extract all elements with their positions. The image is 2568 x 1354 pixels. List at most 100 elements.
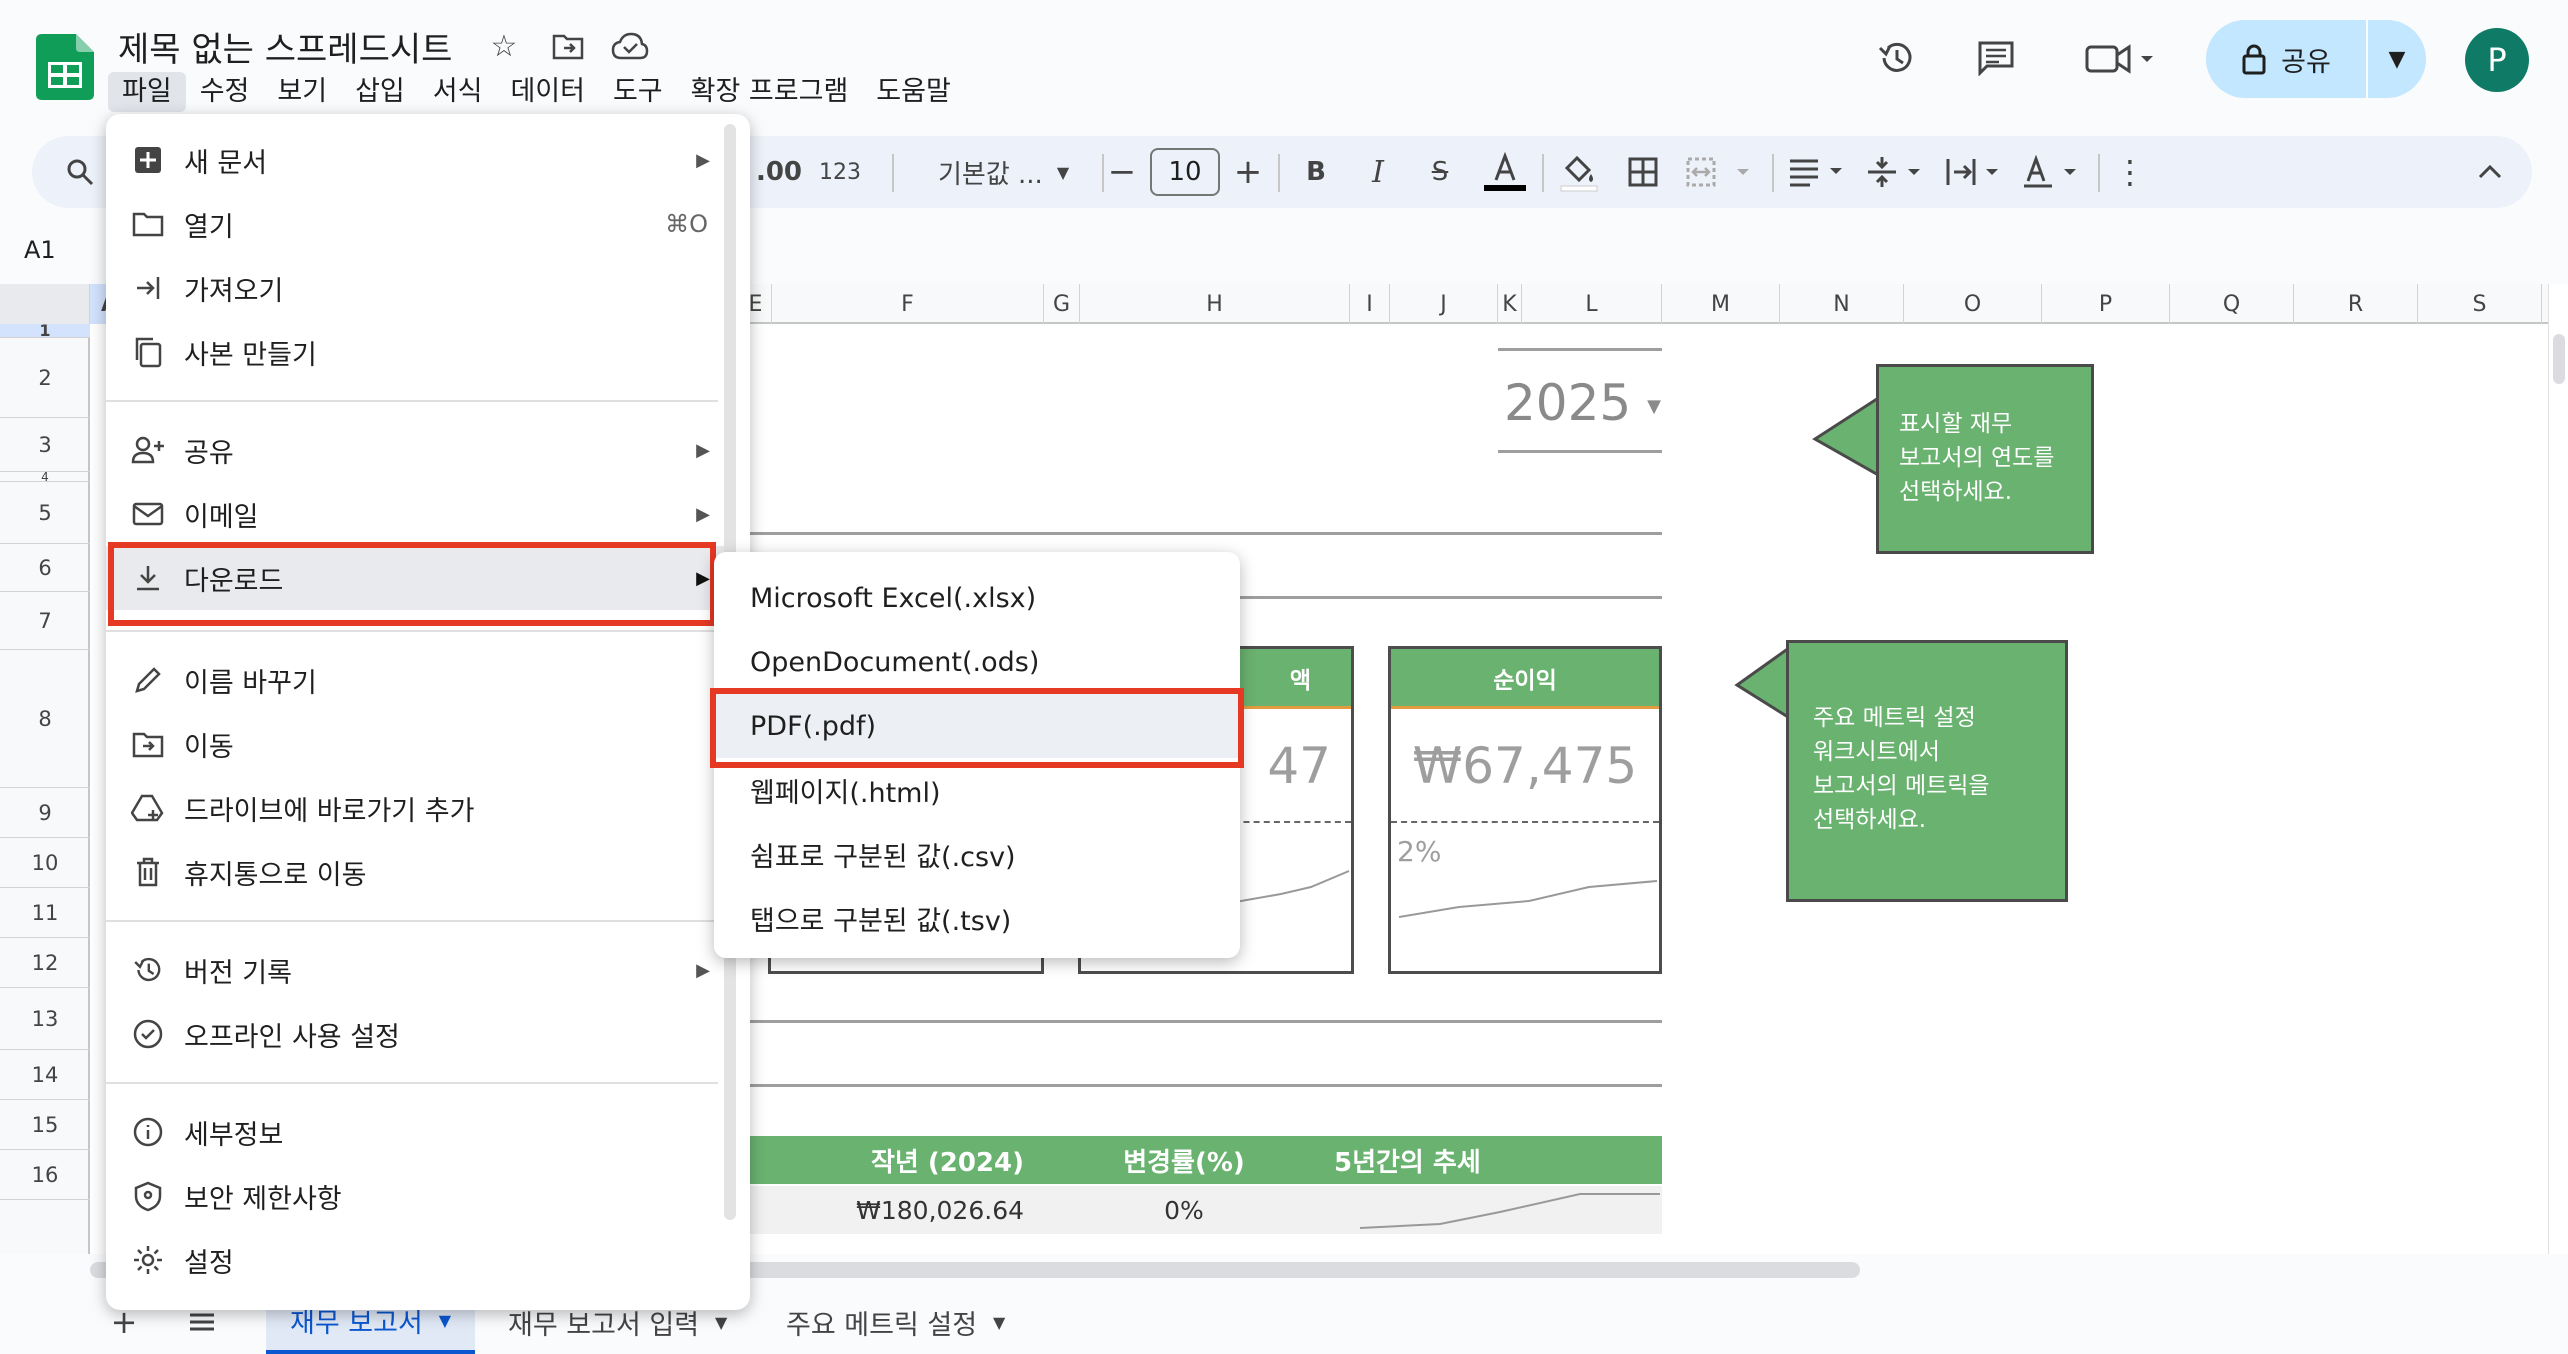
share-button[interactable]: 공유 ▼ [2206,20,2426,98]
font-family-select[interactable]: 기본값 ... ▼ [902,136,1092,208]
share-main[interactable]: 공유 [2206,20,2368,98]
increase-font-size-button[interactable]: + [1226,136,1270,208]
history-icon[interactable] [1874,36,1918,80]
row-header-4[interactable]: 4 [0,470,90,484]
move-folder-icon [128,724,168,764]
table-cell[interactable]: 0% [1048,1186,1320,1234]
cloud-saved-icon[interactable] [608,24,652,68]
column-header-k[interactable]: K [1498,284,1522,324]
download-tsv[interactable]: 탭으로 구분된 값(.tsv) [714,886,1240,950]
row-header-12[interactable]: 12 [0,938,90,988]
star-icon[interactable]: ☆ [482,24,526,68]
merge-cells-icon[interactable] [1680,136,1760,208]
column-header-g[interactable]: G [1044,284,1080,324]
row-header-16[interactable]: 16 [0,1150,90,1200]
callout-text: 보고서의 메트릭을 [1813,773,1990,799]
column-header-i[interactable]: I [1350,284,1390,324]
menu-tools[interactable]: 도구 [599,72,677,112]
bold-icon[interactable]: B [1294,136,1338,208]
scroll-thumb[interactable] [2553,334,2565,384]
sheets-logo-icon[interactable] [36,34,94,100]
menu-extensions[interactable]: 확장 프로그램 [677,72,863,112]
text-color-icon[interactable] [1480,136,1530,208]
menu-insert[interactable]: 삽입 [341,72,419,112]
row-header-15[interactable]: 15 [0,1100,90,1150]
column-header-f[interactable]: F [772,284,1044,324]
row-header-9[interactable]: 9 [0,788,90,838]
font-size-input[interactable]: 10 [1150,148,1220,196]
menu-item-add-shortcut[interactable]: 드라이브에 바로가기 추가 [106,776,736,840]
column-header-o[interactable]: O [1904,284,2042,324]
menu-item-open[interactable]: 열기 ⌘O [106,192,736,256]
column-header-p[interactable]: P [2042,284,2170,324]
menu-file[interactable]: 파일 [108,72,186,112]
menu-item-new[interactable]: 새 문서 ▶ [106,128,736,192]
row-header-8[interactable]: 8 [0,650,90,788]
row-header-14[interactable]: 14 [0,1050,90,1100]
row-header-7[interactable]: 7 [0,592,90,650]
menu-item-move[interactable]: 이동 [106,712,736,776]
row-header-3[interactable]: 3 [0,418,90,472]
row-header-2[interactable]: 2 [0,338,90,418]
strikethrough-icon[interactable]: S [1418,136,1462,208]
menu-item-details[interactable]: 세부정보 [106,1100,736,1164]
menu-view[interactable]: 보기 [263,72,341,112]
menu-data[interactable]: 데이터 [496,72,599,112]
menu-edit[interactable]: 수정 [186,72,264,112]
row-header-13[interactable]: 13 [0,988,90,1050]
column-header-n[interactable]: N [1780,284,1904,324]
menu-item-security[interactable]: 보안 제한사항 [106,1164,736,1228]
sheet-tab-metrics-setup[interactable]: 주요 메트릭 설정 ▼ [762,1290,1029,1354]
row-header-5[interactable]: 5 [0,482,90,544]
download-xlsx[interactable]: Microsoft Excel(.xlsx) [714,566,1240,630]
menu-format[interactable]: 서식 [419,72,497,112]
meet-camera-icon[interactable] [2080,36,2160,80]
horizontal-align-icon[interactable] [1784,136,1854,208]
fill-color-icon[interactable] [1554,136,1604,208]
decrease-decimal-button[interactable]: .00 [744,136,814,208]
column-header-l[interactable]: L [1522,284,1662,324]
select-all-corner[interactable] [0,284,90,324]
row-header-10[interactable]: 10 [0,838,90,888]
share-dropdown-icon[interactable]: ▼ [2368,20,2426,98]
collapse-toolbar-icon[interactable] [2468,136,2512,208]
menu-item-version-history[interactable]: 버전 기록 ▶ [106,938,736,1002]
move-folder-icon[interactable] [546,24,590,68]
column-header-q[interactable]: Q [2170,284,2294,324]
menu-item-trash[interactable]: 휴지통으로 이동 [106,840,736,904]
column-header-h[interactable]: H [1080,284,1350,324]
row-header-1[interactable]: 1 [0,321,90,340]
vertical-scrollbar[interactable] [2548,284,2568,1254]
year-selector[interactable]: 2025 ▼ [1504,374,1661,432]
column-header-j[interactable]: J [1390,284,1498,324]
menu-item-make-copy[interactable]: 사본 만들기 [106,320,736,384]
more-options-icon[interactable]: ⋮ [2110,136,2150,208]
column-header-s[interactable]: S [2418,284,2542,324]
menu-item-rename[interactable]: 이름 바꾸기 [106,648,736,712]
avatar[interactable]: P [2465,28,2529,92]
download-csv[interactable]: 쉼표로 구분된 값(.csv) [714,822,1240,886]
row-header-6[interactable]: 6 [0,544,90,592]
menu-item-import[interactable]: 가져오기 [106,256,736,320]
borders-icon[interactable] [1618,136,1668,208]
search-menus-icon[interactable] [60,136,100,208]
menu-item-email[interactable]: 이메일 ▶ [106,482,736,546]
table-cell[interactable]: ₩180,026.64 [748,1186,1048,1234]
document-title[interactable]: 제목 없는 스프레드시트 [118,22,452,71]
download-ods[interactable]: OpenDocument(.ods) [714,630,1240,694]
decrease-font-size-button[interactable]: − [1100,136,1144,208]
column-header-r[interactable]: R [2294,284,2418,324]
vertical-align-icon[interactable] [1862,136,1932,208]
italic-icon[interactable]: I [1356,136,1400,208]
text-rotation-icon[interactable] [2018,136,2088,208]
name-box[interactable]: A1 [24,236,56,264]
more-formats-button[interactable]: 123 [810,136,870,208]
menu-item-offline[interactable]: 오프라인 사용 설정 [106,1002,736,1066]
text-wrapping-icon[interactable] [1940,136,2010,208]
menu-help[interactable]: 도움말 [862,72,965,112]
row-header-11[interactable]: 11 [0,888,90,938]
menu-item-share[interactable]: 공유 ▶ [106,418,736,482]
comment-icon[interactable] [1974,36,2018,80]
column-header-m[interactable]: M [1662,284,1780,324]
menu-item-settings[interactable]: 설정 [106,1228,736,1292]
